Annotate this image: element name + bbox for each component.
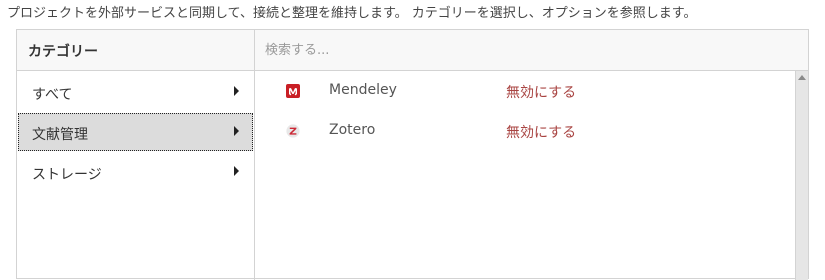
disable-button[interactable]: 無効にする (506, 122, 576, 142)
mendeley-icon (286, 84, 300, 98)
service-name: Zotero (329, 122, 376, 138)
list-item: Zotero 無効にする (255, 111, 795, 151)
zotero-icon (286, 124, 300, 138)
search-box (255, 30, 808, 71)
sidebar-item-label: すべて (32, 87, 73, 103)
integrations-panel: カテゴリー すべて 文献管理 ストレージ Mendeley 無効にする (16, 29, 809, 280)
sidebar-item-reference-management[interactable]: 文献管理 (18, 113, 253, 151)
service-list: Mendeley 無効にする Zotero 無効にする (255, 71, 795, 280)
categories-header: カテゴリー (17, 30, 255, 71)
caret-right-icon (234, 166, 239, 176)
sidebar-item-storage[interactable]: ストレージ (18, 153, 253, 191)
list-item: Mendeley 無効にする (255, 71, 795, 111)
disable-button[interactable]: 無効にする (506, 82, 576, 102)
service-name: Mendeley (329, 82, 397, 98)
caret-right-icon (234, 126, 239, 136)
caret-right-icon (234, 86, 239, 96)
scrollbar[interactable] (795, 71, 808, 280)
category-sidebar: すべて 文献管理 ストレージ (17, 71, 255, 280)
search-input[interactable] (255, 30, 808, 70)
scroll-up-arrow-icon[interactable] (798, 75, 806, 80)
intro-text: プロジェクトを外部サービスと同期して、接続と整理を維持します。 カテゴリーを選択… (7, 6, 697, 21)
sidebar-item-label: 文献管理 (32, 127, 88, 143)
sidebar-item-all[interactable]: すべて (18, 73, 253, 111)
sidebar-item-label: ストレージ (32, 167, 102, 183)
